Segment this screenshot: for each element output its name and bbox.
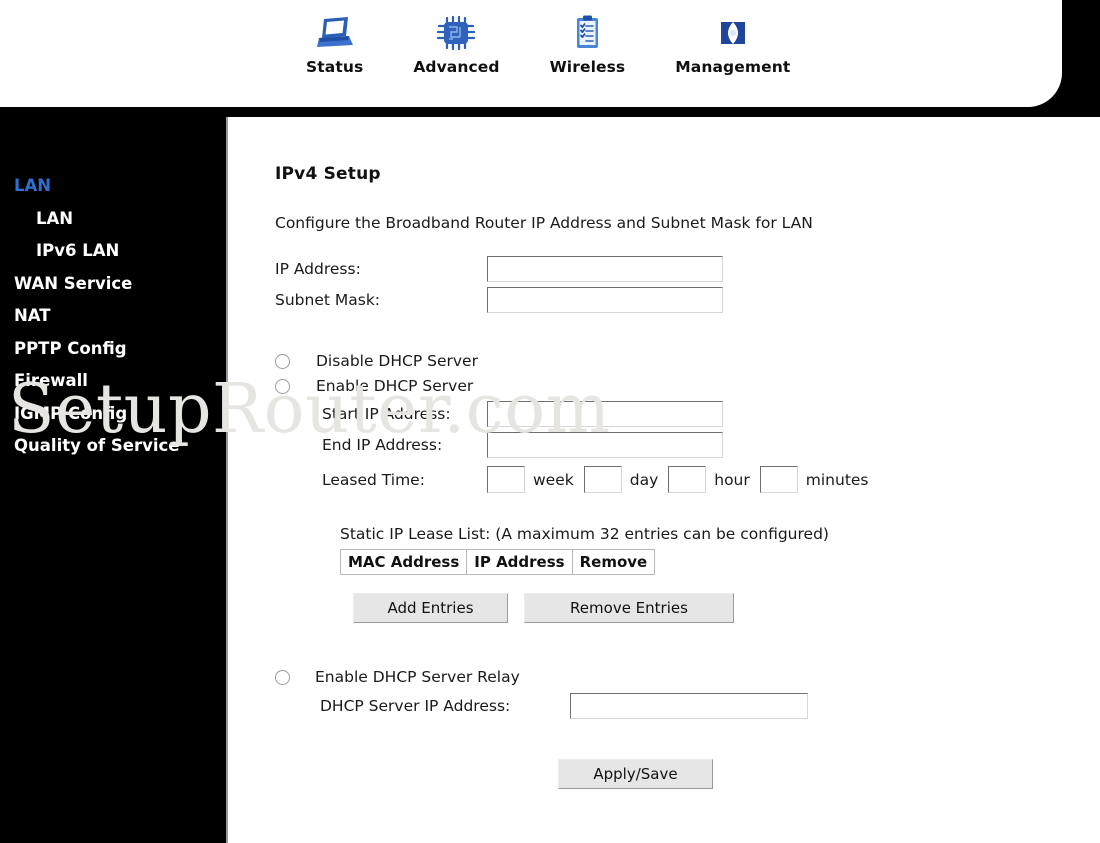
enable-dhcp-radio[interactable]: [275, 378, 290, 394]
relay-ip-input[interactable]: [570, 693, 808, 719]
leased-time-label: Leased Time:: [322, 470, 425, 489]
nav-label-management: Management: [675, 58, 791, 76]
subnet-mask-input[interactable]: [487, 287, 723, 313]
main-content-panel: IPv4 Setup Configure the Broadband Route…: [228, 138, 1100, 843]
router-admin-page: Status Advanced Wireless Management LAN …: [0, 0, 1100, 843]
sidebar-item-wan-service[interactable]: WAN Service: [0, 268, 226, 301]
leased-minutes-unit: minutes: [805, 470, 869, 489]
add-entries-button[interactable]: Add Entries: [353, 593, 508, 623]
sidebar-item-pptp-config[interactable]: PPTP Config: [0, 333, 226, 366]
start-ip-input[interactable]: [487, 401, 723, 427]
sidebar-item-ipv6-lan[interactable]: IPv6 LAN: [0, 235, 226, 268]
remove-entries-button[interactable]: Remove Entries: [524, 593, 734, 623]
disable-dhcp-label: Disable DHCP Server: [316, 352, 478, 370]
relay-ip-label: DHCP Server IP Address:: [320, 697, 511, 715]
column-header-ip-address: IP Address: [466, 549, 573, 575]
apply-save-button[interactable]: Apply/Save: [558, 759, 713, 789]
page-title: IPv4 Setup: [275, 164, 381, 184]
column-header-mac-address: MAC Address: [339, 549, 468, 575]
ip-address-input[interactable]: [487, 256, 723, 282]
sidebar-item-nat[interactable]: NAT: [0, 300, 226, 333]
end-ip-label: End IP Address:: [322, 436, 443, 454]
sidebar-item-lan[interactable]: LAN: [0, 203, 226, 236]
end-ip-input[interactable]: [487, 432, 723, 458]
folder-icon: [712, 12, 754, 54]
disable-dhcp-radio[interactable]: [275, 353, 290, 369]
sidebar-item-firewall[interactable]: Firewall: [0, 365, 226, 398]
sidebar: LAN LAN IPv6 LAN WAN Service NAT PPTP Co…: [0, 117, 226, 843]
leased-day-unit: day: [629, 470, 659, 489]
table-header-row: MAC Address IP Address Remove: [339, 549, 656, 575]
column-header-remove: Remove: [571, 549, 656, 575]
sidebar-item-quality-of-service[interactable]: Quality of Service: [0, 430, 226, 463]
nav-label-wireless: Wireless: [549, 58, 626, 76]
leased-week-unit: week: [533, 470, 574, 489]
leased-hour-unit: hour: [714, 470, 750, 489]
nav-label-advanced: Advanced: [413, 58, 500, 76]
static-lease-table: MAC Address IP Address Remove: [339, 549, 656, 575]
lease-list-label: Static IP Lease List: (A maximum 32 entr…: [340, 525, 829, 543]
leased-week-input[interactable]: [487, 466, 525, 493]
page-subtitle: Configure the Broadband Router IP Addres…: [275, 214, 813, 232]
sidebar-item-igmp-config[interactable]: IGMP Config: [0, 398, 226, 431]
nav-item-status[interactable]: Status: [300, 10, 369, 76]
laptop-icon: [314, 12, 356, 54]
clipboard-icon: [566, 12, 608, 54]
nav-item-management[interactable]: Management: [669, 10, 796, 76]
start-ip-label: Start IP Address:: [322, 405, 451, 423]
chip-icon: [435, 12, 477, 54]
top-navigation: Status Advanced Wireless Management: [300, 10, 796, 100]
leased-hour-input[interactable]: [668, 466, 707, 493]
subnet-mask-label: Subnet Mask:: [275, 291, 381, 309]
enable-dhcp-relay-label: Enable DHCP Server Relay: [315, 668, 520, 686]
leased-day-input[interactable]: [583, 466, 622, 493]
enable-dhcp-label: Enable DHCP Server: [316, 377, 474, 395]
nav-item-wireless[interactable]: Wireless: [544, 10, 632, 76]
leased-minutes-input[interactable]: [759, 466, 798, 493]
ip-address-label: IP Address:: [275, 260, 361, 278]
nav-label-status: Status: [306, 58, 364, 76]
enable-dhcp-relay-radio[interactable]: [275, 669, 290, 685]
sidebar-item-lan-group[interactable]: LAN: [0, 170, 226, 203]
nav-item-advanced[interactable]: Advanced: [407, 10, 505, 76]
